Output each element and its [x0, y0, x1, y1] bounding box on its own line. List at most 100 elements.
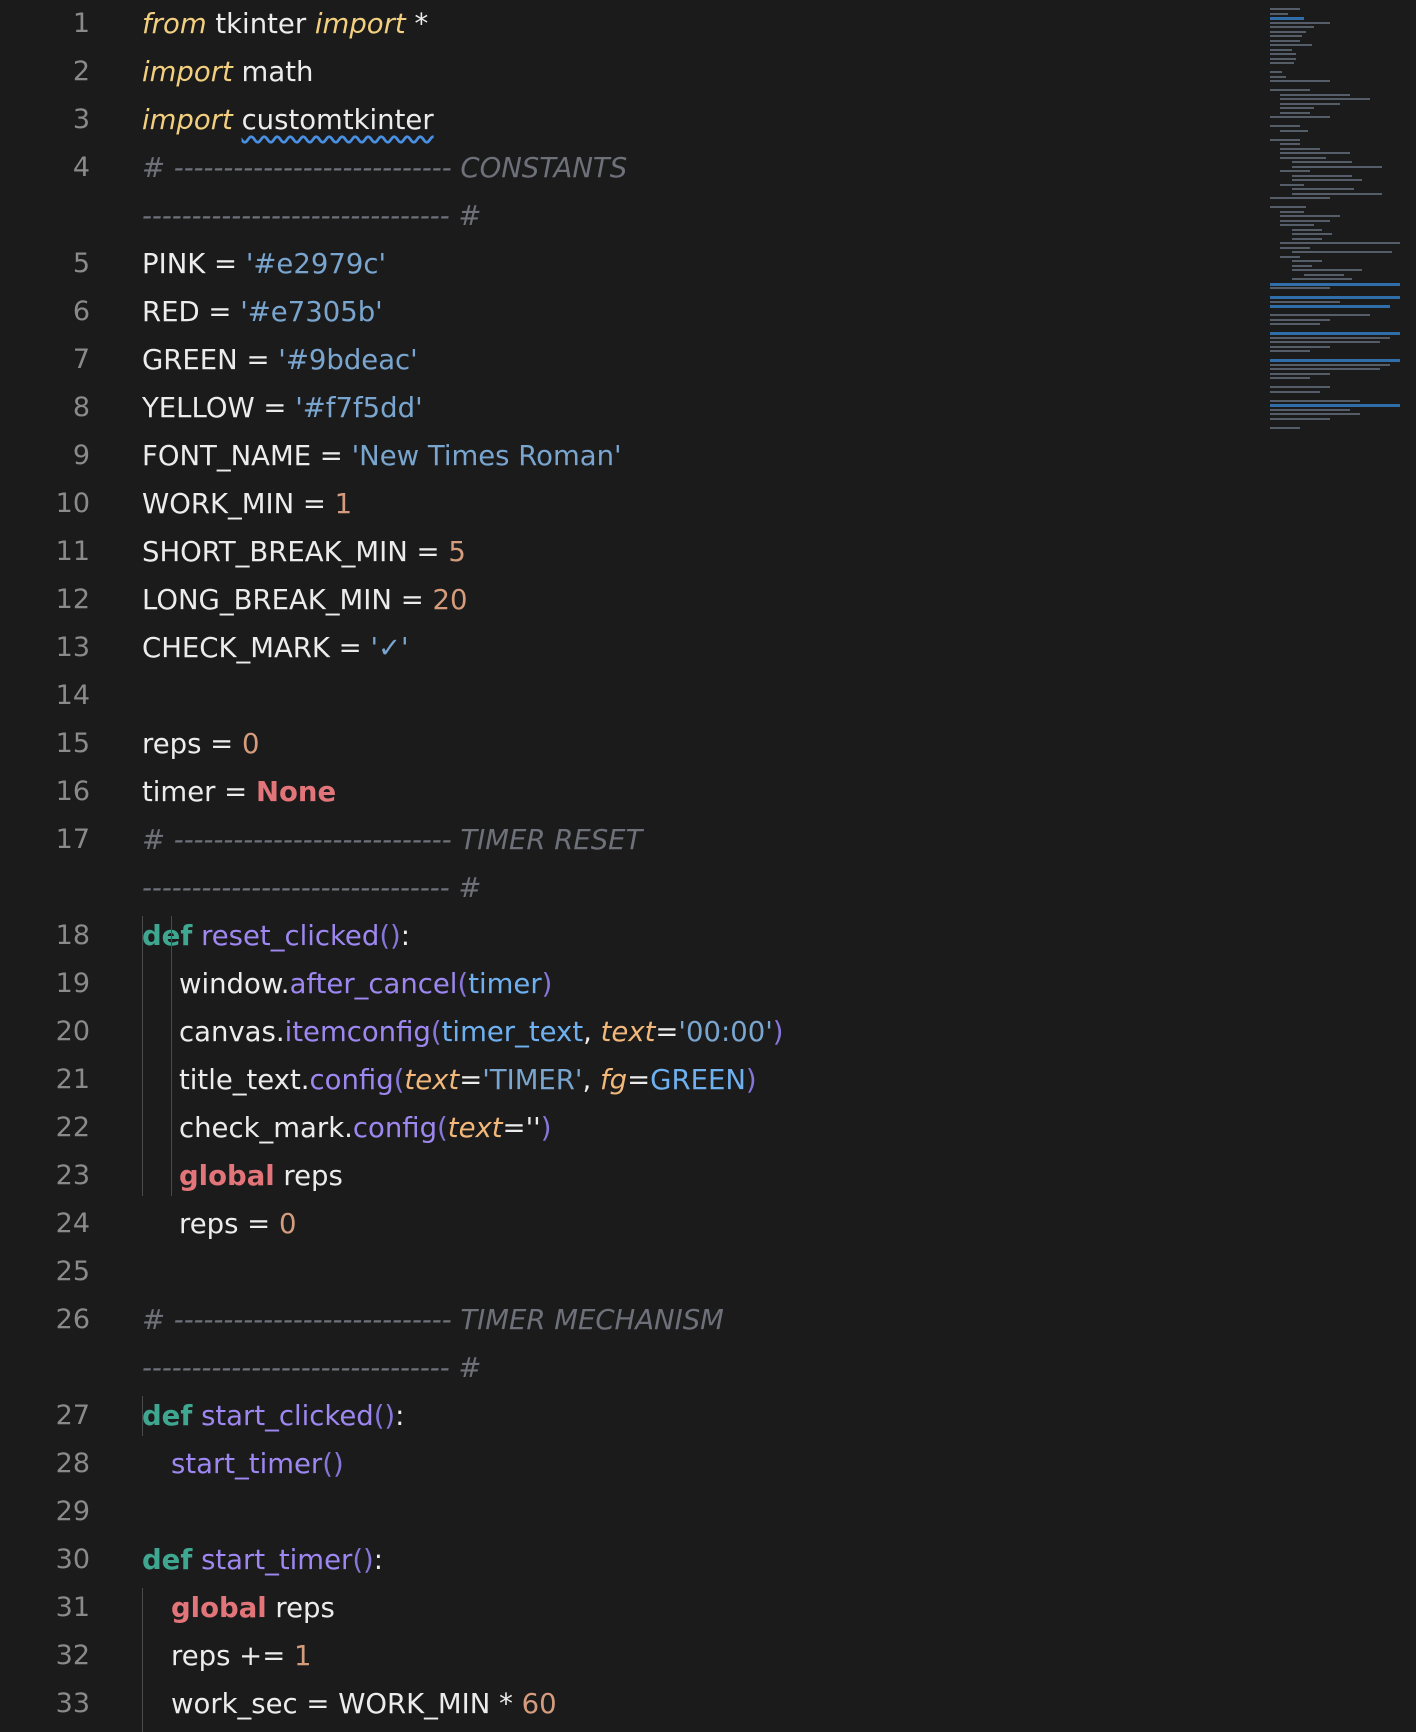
- code-token: '✓': [370, 632, 409, 664]
- line-number: 19: [55, 968, 90, 999]
- minimap-line: [1270, 206, 1306, 208]
- minimap-line: [1270, 305, 1390, 308]
- minimap-line: [1270, 372, 1330, 375]
- minimap-line: [1270, 413, 1360, 415]
- code-line[interactable]: 24 reps = 0: [0, 1200, 1250, 1248]
- code-token: def: [142, 920, 193, 952]
- line-number: 30: [55, 1544, 90, 1575]
- code-token: ,: [582, 1064, 600, 1096]
- code-line[interactable]: 32 reps += 1: [0, 1632, 1250, 1680]
- code-line[interactable]: 7 GREEN = '#9bdeac': [0, 336, 1250, 384]
- code-text: ------------------------------- #: [142, 192, 481, 240]
- line-number: 10: [55, 488, 90, 519]
- code-line[interactable]: 18 def reset_clicked():: [0, 912, 1250, 960]
- code-text: from tkinter import *: [142, 0, 428, 48]
- minimap-line: [1280, 111, 1310, 114]
- code-token: ): [541, 968, 553, 1000]
- code-token: text: [447, 1112, 503, 1144]
- code-token: '#9bdeac': [278, 344, 418, 376]
- code-line[interactable]: 9 FONT_NAME = 'New Times Roman': [0, 432, 1250, 480]
- minimap-line: [1270, 390, 1320, 393]
- minimap-line: [1280, 219, 1330, 222]
- code-token: (: [393, 1064, 405, 1096]
- code-line[interactable]: 31 global reps: [0, 1584, 1250, 1632]
- code-token: import: [142, 56, 233, 88]
- minimap-line: [1280, 102, 1340, 105]
- code-line[interactable]: 14: [0, 672, 1250, 720]
- code-token: YELLOW =: [142, 392, 296, 424]
- code-token: (): [322, 1448, 344, 1480]
- code-line[interactable]: 33 work_sec = WORK_MIN * 60: [0, 1680, 1250, 1728]
- code-text: title_text.config(text='TIMER', fg=GREEN…: [179, 1056, 757, 1104]
- line-number: 13: [55, 632, 90, 663]
- code-token: :: [400, 920, 411, 952]
- code-line[interactable]: 27 def start_clicked():: [0, 1392, 1250, 1440]
- minimap-line: [1292, 251, 1392, 253]
- code-line[interactable]: 13 CHECK_MARK = '✓': [0, 624, 1250, 672]
- code-token: (): [373, 1400, 396, 1432]
- code-line[interactable]: 4 # ---------------------------- CONSTANT…: [0, 144, 1250, 192]
- code-editor[interactable]: 1 from tkinter import * 2 import math 3 impor…: [0, 0, 1250, 1732]
- code-token: ): [540, 1112, 552, 1144]
- minimap-line: [1270, 363, 1390, 366]
- code-token: ------------------------------- #: [142, 1352, 482, 1384]
- code-text: CHECK_MARK = '✓': [142, 624, 409, 672]
- code-token: (): [352, 1544, 374, 1576]
- code-text: RED = '#e7305b': [142, 288, 383, 336]
- code-line[interactable]: 6 RED = '#e7305b': [0, 288, 1250, 336]
- code-line[interactable]: 21 title_text.config(text='TIMER', fg=GRE…: [0, 1056, 1250, 1104]
- code-line[interactable]: 11 SHORT_BREAK_MIN = 5: [0, 528, 1250, 576]
- code-line[interactable]: 3 import customtkinter: [0, 96, 1250, 144]
- code-token: WORK_MIN =: [142, 488, 335, 520]
- code-text: # ---------------------------- CONSTANTS: [142, 144, 627, 192]
- code-token: # ---------------------------- CONSTANTS: [142, 152, 628, 184]
- code-line[interactable]: 8 YELLOW = '#f7f5dd': [0, 384, 1250, 432]
- code-line[interactable]: ------------------------------- #: [0, 192, 1250, 240]
- code-line[interactable]: 28 start_timer(): [0, 1440, 1250, 1488]
- code-line[interactable]: ------------------------------- #: [0, 1344, 1250, 1392]
- code-token: :: [395, 1400, 405, 1432]
- code-text: ------------------------------- #: [142, 1344, 481, 1392]
- code-line[interactable]: 1 from tkinter import *: [0, 0, 1250, 48]
- code-line[interactable]: ------------------------------- #: [0, 864, 1250, 912]
- line-number: 6: [72, 296, 90, 327]
- code-line[interactable]: 22 check_mark.config(text=''): [0, 1104, 1250, 1152]
- code-line[interactable]: 23 global reps: [0, 1152, 1250, 1200]
- code-text: global reps: [179, 1152, 343, 1200]
- line-number: 20: [55, 1016, 90, 1047]
- code-token: work_sec = WORK_MIN: [171, 1688, 500, 1720]
- code-line[interactable]: 12 LONG_BREAK_MIN = 20: [0, 576, 1250, 624]
- minimap-line: [1292, 165, 1382, 168]
- line-number: 14: [55, 680, 90, 711]
- minimap-line: [1280, 107, 1314, 109]
- code-line[interactable]: 5 PINK = '#e2979c': [0, 240, 1250, 288]
- code-line[interactable]: 16 timer = None: [0, 768, 1250, 816]
- code-token: 20: [432, 584, 468, 616]
- minimap-line: [1280, 224, 1314, 226]
- line-number: 27: [55, 1400, 90, 1431]
- code-token: text: [600, 1016, 656, 1048]
- line-number: 11: [55, 536, 90, 567]
- code-line[interactable]: 26 # ---------------------------- TIMER M…: [0, 1296, 1250, 1344]
- code-text: def start_timer():: [142, 1536, 383, 1584]
- code-text: GREEN = '#9bdeac': [142, 336, 418, 384]
- code-token: =: [627, 1064, 651, 1096]
- minimap-line: [1292, 278, 1352, 280]
- code-line[interactable]: 29: [0, 1488, 1250, 1536]
- code-line[interactable]: 15 reps = 0: [0, 720, 1250, 768]
- code-line[interactable]: 2 import math: [0, 48, 1250, 96]
- minimap-line: [1270, 341, 1380, 343]
- code-line[interactable]: 25: [0, 1248, 1250, 1296]
- code-token: 'TIMER': [482, 1064, 583, 1096]
- minimap[interactable]: [1268, 0, 1416, 450]
- code-token: global: [171, 1592, 267, 1624]
- code-token: 0: [278, 1208, 297, 1240]
- code-line[interactable]: 19 window.after_cancel(timer): [0, 960, 1250, 1008]
- minimap-line: [1270, 75, 1286, 78]
- code-line[interactable]: 20 canvas.itemconfig(timer_text, text='00…: [0, 1008, 1250, 1056]
- code-line[interactable]: 17 # ---------------------------- TIMER R…: [0, 816, 1250, 864]
- code-line[interactable]: 30 def start_timer():: [0, 1536, 1250, 1584]
- code-line[interactable]: 10 WORK_MIN = 1: [0, 480, 1250, 528]
